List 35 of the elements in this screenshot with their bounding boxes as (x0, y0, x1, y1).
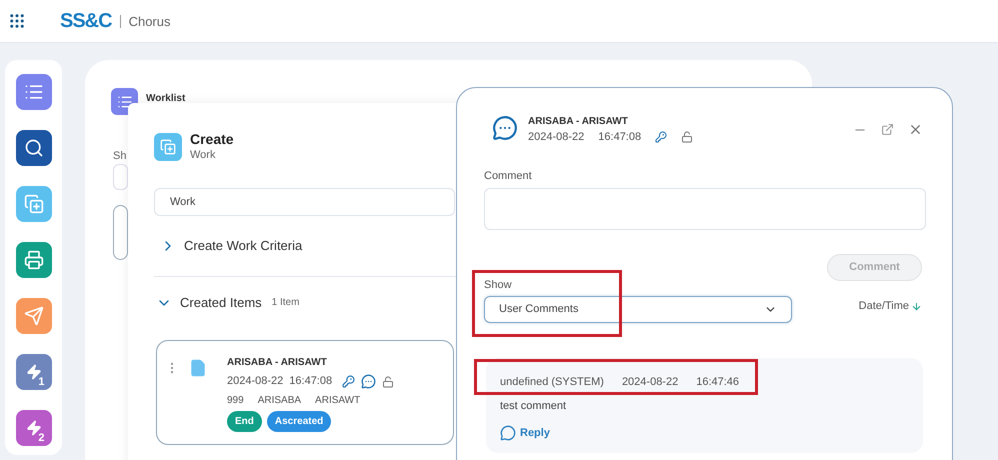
section-toggle[interactable]: Create Work Criteria (160, 236, 302, 256)
created-item-card[interactable]: ARISABA - ARISAWT 2024-08-22 16:47:08 999 ARISABA ARISAWT End Ascreated (156, 340, 454, 446)
panel-title: Worklist (146, 92, 186, 106)
sort-button[interactable]: Date/Time (858, 298, 922, 314)
item-title: ARISABA - ARISAWT (227, 356, 328, 370)
comment-date: 2024-08-22 (528, 130, 584, 145)
panel-subtitle: Work (190, 148, 216, 162)
status-tag: Ascreated (266, 410, 332, 432)
logo: SS&C (60, 9, 112, 34)
item-date: 2024-08-22 (227, 374, 284, 390)
work-field[interactable]: Work (154, 188, 455, 216)
field-label: Show (484, 278, 513, 293)
reply-link[interactable]: Reply (500, 424, 550, 441)
comment-text: test comment (500, 399, 568, 414)
comment-time: 16:47:46 (696, 374, 740, 390)
item-time: 16:47:08 (289, 374, 332, 390)
sidebar-item[interactable]: 2 (16, 410, 52, 446)
item-count: 1 Item (272, 296, 300, 310)
section-toggle[interactable]: Created Items (156, 292, 262, 312)
comment-title: ARISABA - ARISAWT (528, 115, 629, 129)
show-select[interactable]: User Comments (484, 296, 792, 322)
comment-author: undefined (SYSTEM) (500, 374, 604, 390)
comment-date: 2024-08-22 (622, 374, 678, 390)
subscript-number: 2 (38, 433, 44, 444)
item-field: 999 (227, 392, 244, 408)
panel-title: Create (190, 131, 234, 148)
comment-time: 16:47:08 (598, 130, 642, 145)
subscript-number: 1 (38, 377, 44, 388)
status-tag: End (227, 410, 262, 432)
item-field: ARISAWT (315, 392, 360, 408)
product-name: Chorus (120, 14, 170, 28)
sidebar-item[interactable]: 1 (16, 354, 52, 390)
field-label: Comment (484, 168, 533, 184)
item-field: ARISABA (258, 392, 302, 408)
field-label: Sh (113, 149, 126, 164)
